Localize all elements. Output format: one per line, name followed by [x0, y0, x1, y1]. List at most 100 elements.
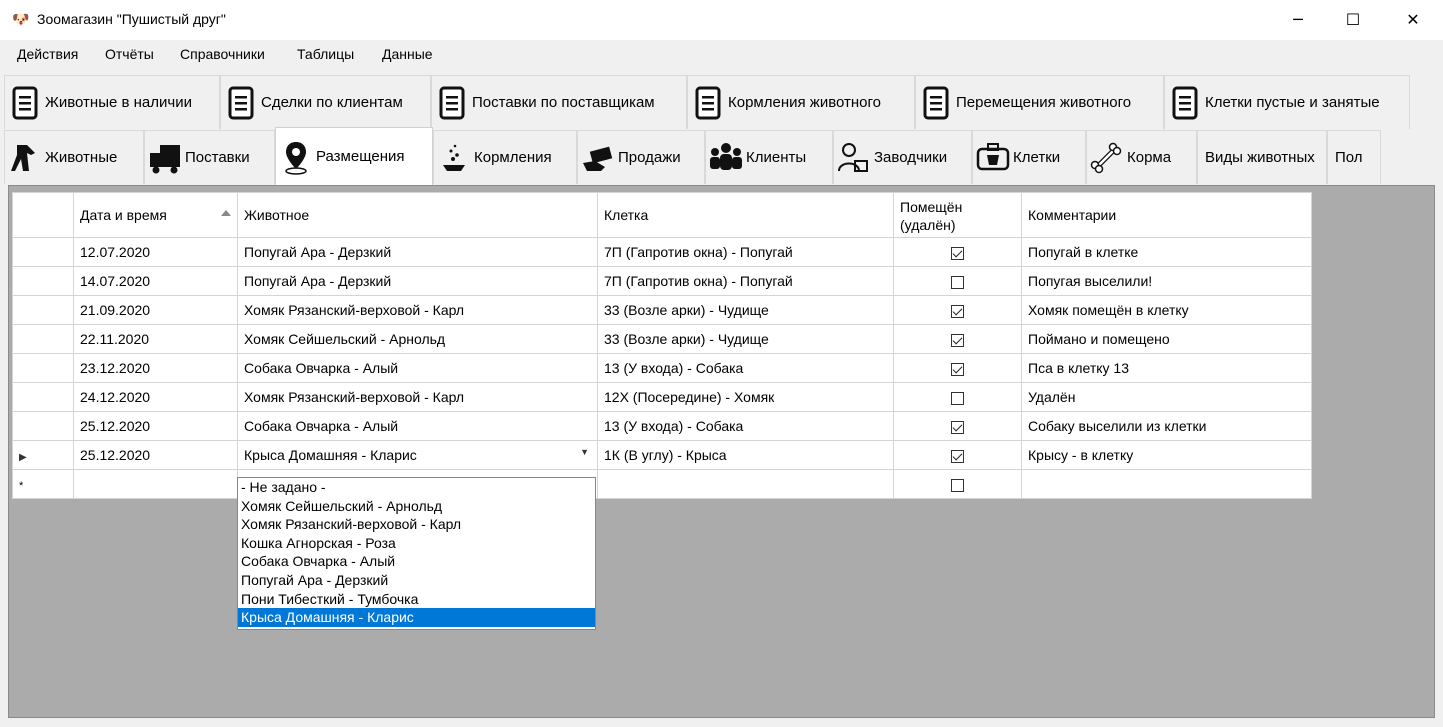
- row-header[interactable]: [12, 266, 74, 296]
- cell-date[interactable]: 21.09.2020: [73, 295, 238, 325]
- cell-comment[interactable]: Собаку выселили из клетки: [1021, 411, 1312, 441]
- row-header[interactable]: [12, 324, 74, 354]
- tab-placements[interactable]: Размещения: [275, 127, 433, 185]
- placed-checkbox[interactable]: [951, 246, 964, 260]
- cell-animal[interactable]: Попугай Ара - Дерзкий: [237, 266, 598, 296]
- tab-supplies[interactable]: Поставки: [144, 130, 275, 184]
- table-row[interactable]: 25.12.2020 Собака Овчарка - Алый 13 (У вхо…: [12, 411, 1312, 441]
- tab-sales[interactable]: Продажи: [577, 130, 705, 184]
- row-header[interactable]: [12, 411, 74, 441]
- cell-date[interactable]: 25.12.2020: [73, 440, 238, 470]
- cell-cage[interactable]: 7П (Гапротив окна) - Попугай: [597, 237, 894, 267]
- dropdown-option[interactable]: Хомяк Сейшельский - Арнольд: [238, 497, 595, 516]
- tab-cages-empty-occupied[interactable]: Клетки пустые и занятые: [1164, 75, 1410, 129]
- placed-checkbox[interactable]: [951, 304, 964, 318]
- cell-date[interactable]: 24.12.2020: [73, 382, 238, 412]
- menu-references[interactable]: Справочники: [180, 46, 265, 62]
- cell-cage[interactable]: 33 (Возле арки) - Чудище: [597, 295, 894, 325]
- placed-checkbox[interactable]: [951, 478, 964, 492]
- new-row[interactable]: *: [12, 469, 1312, 499]
- column-header-animal[interactable]: Животное: [237, 192, 598, 238]
- row-header[interactable]: [12, 353, 74, 383]
- cell-animal[interactable]: Собака Овчарка - Алый: [237, 353, 598, 383]
- cell-animal[interactable]: Крыса Домашняя - Кларис ▼: [237, 440, 598, 470]
- maximize-button[interactable]: ☐: [1330, 0, 1376, 40]
- tab-deals-by-client[interactable]: Сделки по клиентам: [220, 75, 431, 129]
- dropdown-option[interactable]: Собака Овчарка - Алый: [238, 552, 595, 571]
- row-header[interactable]: [12, 295, 74, 325]
- close-button[interactable]: ✕: [1390, 0, 1436, 40]
- cell-animal[interactable]: Хомяк Рязанский-верховой - Карл: [237, 295, 598, 325]
- cell-comment[interactable]: Хомяк помещён в клетку: [1021, 295, 1312, 325]
- cell-comment[interactable]: [1021, 469, 1312, 499]
- table-row[interactable]: 14.07.2020 Попугай Ара - Дерзкий 7П (Гапро…: [12, 266, 1312, 296]
- cell-animal[interactable]: Хомяк Сейшельский - Арнольд: [237, 324, 598, 354]
- cell-cage[interactable]: 13 (У входа) - Собака: [597, 353, 894, 383]
- cell-placed[interactable]: [893, 411, 1022, 441]
- placed-checkbox[interactable]: [951, 333, 964, 347]
- tab-supplies-by-supplier[interactable]: Поставки по поставщикам: [431, 75, 687, 129]
- tab-cages[interactable]: Клетки: [972, 130, 1086, 184]
- menu-reports[interactable]: Отчёты: [105, 46, 154, 62]
- cell-placed[interactable]: [893, 353, 1022, 383]
- tab-gender[interactable]: Пол: [1327, 130, 1381, 184]
- placed-checkbox[interactable]: [951, 362, 964, 376]
- dropdown-option[interactable]: Крыса Домашняя - Кларис: [238, 608, 595, 627]
- dropdown-option[interactable]: - Не задано -: [238, 478, 595, 497]
- cell-placed[interactable]: [893, 266, 1022, 296]
- dropdown-option[interactable]: Пони Тибесткий - Тумбочка: [238, 590, 595, 609]
- minimize-button[interactable]: ─: [1275, 0, 1321, 40]
- column-header-datetime[interactable]: Дата и время: [73, 192, 238, 238]
- cell-animal[interactable]: Хомяк Рязанский-верховой - Карл: [237, 382, 598, 412]
- tab-animals[interactable]: Животные: [4, 130, 144, 184]
- cell-cage[interactable]: [597, 469, 894, 499]
- row-header[interactable]: ▶: [12, 440, 74, 470]
- placed-checkbox[interactable]: [951, 391, 964, 405]
- cell-cage[interactable]: 33 (Возле арки) - Чудище: [597, 324, 894, 354]
- cell-animal[interactable]: Собака Овчарка - Алый: [237, 411, 598, 441]
- cell-comment[interactable]: Пса в клетку 13: [1021, 353, 1312, 383]
- row-header[interactable]: [12, 382, 74, 412]
- cell-date[interactable]: 23.12.2020: [73, 353, 238, 383]
- tab-animal-kinds[interactable]: Виды животных: [1197, 130, 1327, 184]
- column-header-cage[interactable]: Клетка: [597, 192, 894, 238]
- tab-animal-movements[interactable]: Перемещения животного: [915, 75, 1164, 129]
- cell-placed[interactable]: [893, 469, 1022, 499]
- cell-comment[interactable]: Попугая выселили!: [1021, 266, 1312, 296]
- cell-cage[interactable]: 12Х (Посередине) - Хомяк: [597, 382, 894, 412]
- table-row[interactable]: 21.09.2020 Хомяк Рязанский-верховой - Кар…: [12, 295, 1312, 325]
- row-header[interactable]: [12, 237, 74, 267]
- dropdown-option[interactable]: Хомяк Рязанский-верховой - Карл: [238, 515, 595, 534]
- cell-comment[interactable]: Удалён: [1021, 382, 1312, 412]
- cell-comment[interactable]: Крысу - в клетку: [1021, 440, 1312, 470]
- cell-date[interactable]: 22.11.2020: [73, 324, 238, 354]
- tab-clients[interactable]: Клиенты: [705, 130, 833, 184]
- cell-date[interactable]: [73, 469, 238, 499]
- placed-checkbox[interactable]: [951, 275, 964, 289]
- table-row[interactable]: 24.12.2020 Хомяк Рязанский-верховой - Кар…: [12, 382, 1312, 412]
- cell-cage[interactable]: 1К (В углу) - Крыса: [597, 440, 894, 470]
- cell-placed[interactable]: [893, 382, 1022, 412]
- placed-checkbox[interactable]: [951, 449, 964, 463]
- cell-date[interactable]: 25.12.2020: [73, 411, 238, 441]
- row-header-corner[interactable]: [12, 192, 74, 238]
- tab-animals-in-stock[interactable]: Животные в наличии: [4, 75, 220, 129]
- table-row[interactable]: 22.11.2020 Хомяк Сейшельский - Арнольд 33 …: [12, 324, 1312, 354]
- cell-placed[interactable]: [893, 440, 1022, 470]
- table-row[interactable]: 23.12.2020 Собака Овчарка - Алый 13 (У вхо…: [12, 353, 1312, 383]
- cell-comment[interactable]: Попугай в клетке: [1021, 237, 1312, 267]
- tab-breeders[interactable]: Заводчики: [833, 130, 972, 184]
- placed-checkbox[interactable]: [951, 420, 964, 434]
- dropdown-option[interactable]: Кошка Агнорская - Роза: [238, 534, 595, 553]
- menu-data[interactable]: Данные: [382, 46, 433, 62]
- cell-placed[interactable]: [893, 237, 1022, 267]
- table-row[interactable]: 12.07.2020 Попугай Ара - Дерзкий 7П (Гапро…: [12, 237, 1312, 267]
- tab-animal-feedings[interactable]: Кормления животного: [687, 75, 915, 129]
- cell-placed[interactable]: [893, 324, 1022, 354]
- cell-cage[interactable]: 7П (Гапротив окна) - Попугай: [597, 266, 894, 296]
- dropdown-option[interactable]: Попугай Ара - Дерзкий: [238, 571, 595, 590]
- column-header-comments[interactable]: Комментарии: [1021, 192, 1312, 238]
- column-header-placed[interactable]: Помещён (удалён): [893, 192, 1022, 238]
- cell-comment[interactable]: Поймано и помещено: [1021, 324, 1312, 354]
- tab-feedings[interactable]: Кормления: [433, 130, 577, 184]
